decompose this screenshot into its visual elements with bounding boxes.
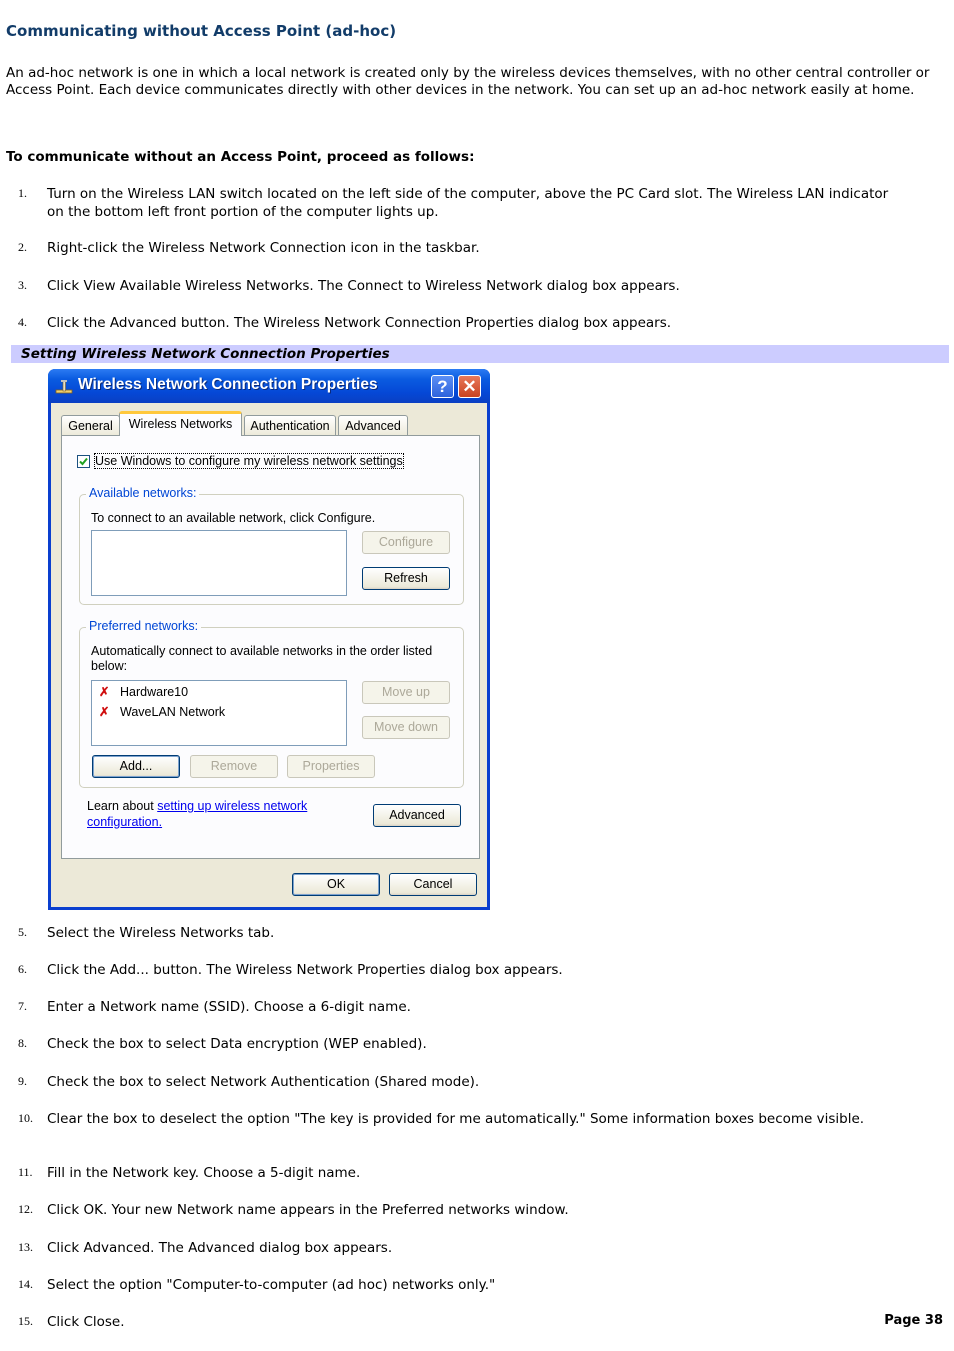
intro-paragraph: An ad-hoc network is one in which a loca…: [6, 65, 930, 98]
step-text: Right-click the Wireless Network Connect…: [47, 240, 480, 256]
tab-general[interactable]: General: [61, 415, 120, 436]
close-button[interactable]: ✕: [458, 375, 481, 398]
dialog-body: General Wireless Networks Authentication…: [51, 403, 487, 907]
use-windows-label[interactable]: Use Windows to configure my wireless net…: [94, 453, 404, 469]
step-text: Click Close.: [47, 1314, 125, 1330]
step-text: Check the box to select Data encryption …: [47, 1036, 427, 1052]
step-text: Enter a Network name (SSID). Choose a 6-…: [47, 999, 411, 1015]
help-button[interactable]: ?: [431, 375, 454, 398]
advanced-button[interactable]: Advanced: [373, 804, 461, 827]
move-down-button[interactable]: Move down: [362, 716, 450, 739]
step-number: 4.: [18, 315, 27, 329]
refresh-button[interactable]: Refresh: [362, 567, 450, 590]
dialog-titlebar[interactable]: Wireless Network Connection Properties ?…: [48, 369, 490, 403]
preferred-networks-legend: Preferred networks:: [86, 619, 202, 633]
use-windows-checkbox[interactable]: [77, 455, 90, 468]
tab-panel: Use Windows to configure my wireless net…: [61, 435, 480, 859]
configure-button[interactable]: Configure: [362, 531, 450, 554]
step-text: Fill in the Network key. Choose a 5-digi…: [47, 1165, 361, 1181]
step-text: Select the Wireless Networks tab.: [47, 925, 275, 941]
add-button[interactable]: Add...: [92, 755, 180, 778]
checkmark-icon: [79, 457, 88, 466]
tab-advanced[interactable]: Advanced: [338, 415, 408, 436]
available-networks-legend: Available networks:: [86, 486, 200, 500]
step-text: Click Advanced. The Advanced dialog box …: [47, 1240, 393, 1256]
procedure-lead: To communicate without an Access Point, …: [6, 149, 475, 165]
cancel-button[interactable]: Cancel: [389, 873, 477, 896]
network-connection-icon: [55, 380, 73, 394]
step-number: 2.: [18, 240, 27, 254]
tab-wireless-networks[interactable]: Wireless Networks: [119, 411, 242, 436]
step-text: Click the Advanced button. The Wireless …: [47, 315, 672, 331]
page-number: Page 38: [884, 1313, 943, 1328]
preferred-networks-description: Automatically connect to available netwo…: [91, 644, 433, 673]
network-name: Hardware10: [120, 685, 189, 699]
preferred-networks-list[interactable]: ✗ Hardware10 ✗ WaveLAN Network: [91, 680, 347, 746]
figure-caption-text: Setting Wireless Network Connection Prop…: [21, 346, 390, 362]
move-up-button[interactable]: Move up: [362, 681, 450, 704]
step-number: 11.: [18, 1165, 33, 1179]
wireless-properties-dialog: Wireless Network Connection Properties ?…: [48, 369, 490, 910]
dialog-title: Wireless Network Connection Properties: [78, 376, 378, 393]
step-text: Clear the box to deselect the option "Th…: [47, 1111, 865, 1127]
step-number: 9.: [18, 1074, 27, 1088]
step-number: 1.: [18, 186, 27, 200]
step-text: Click View Available Wireless Networks. …: [47, 278, 680, 294]
network-name: WaveLAN Network: [120, 705, 226, 719]
network-disconnected-icon: ✗: [99, 685, 110, 699]
ok-button[interactable]: OK: [292, 873, 380, 896]
step-number: 3.: [18, 278, 27, 292]
step-number: 12.: [18, 1202, 33, 1216]
learn-about-prefix: Learn about: [87, 799, 158, 813]
step-number: 10.: [18, 1111, 33, 1125]
step-number: 14.: [18, 1277, 33, 1291]
available-networks-group: Available networks: To connect to an ava…: [79, 486, 464, 605]
step-number: 6.: [18, 962, 27, 976]
step-text: Click the Add... button. The Wireless Ne…: [47, 962, 563, 978]
step-number: 8.: [18, 1036, 27, 1050]
properties-button[interactable]: Properties: [287, 755, 375, 778]
step-number: 7.: [18, 999, 27, 1013]
available-networks-description: To connect to an available network, clic…: [91, 511, 376, 525]
tab-authentication[interactable]: Authentication: [244, 415, 336, 436]
step-text: Click OK. Your new Network name appears …: [47, 1202, 569, 1218]
remove-button[interactable]: Remove: [190, 755, 278, 778]
step-text: Turn on the Wireless LAN switch located …: [47, 186, 889, 220]
page-heading: Communicating without Access Point (ad-h…: [6, 22, 397, 40]
available-networks-list[interactable]: [91, 530, 347, 596]
step-text: Select the option "Computer-to-computer …: [47, 1277, 496, 1293]
step-text: Check the box to select Network Authenti…: [47, 1074, 480, 1090]
figure-caption: Setting Wireless Network Connection Prop…: [11, 345, 949, 363]
network-disconnected-icon: ✗: [99, 705, 110, 719]
step-number: 15.: [18, 1314, 33, 1328]
learn-about-text: Learn about setting up wireless network …: [87, 798, 337, 830]
step-number: 5.: [18, 925, 27, 939]
preferred-networks-group: Preferred networks: Automatically connec…: [79, 619, 464, 788]
step-number: 13.: [18, 1240, 33, 1254]
